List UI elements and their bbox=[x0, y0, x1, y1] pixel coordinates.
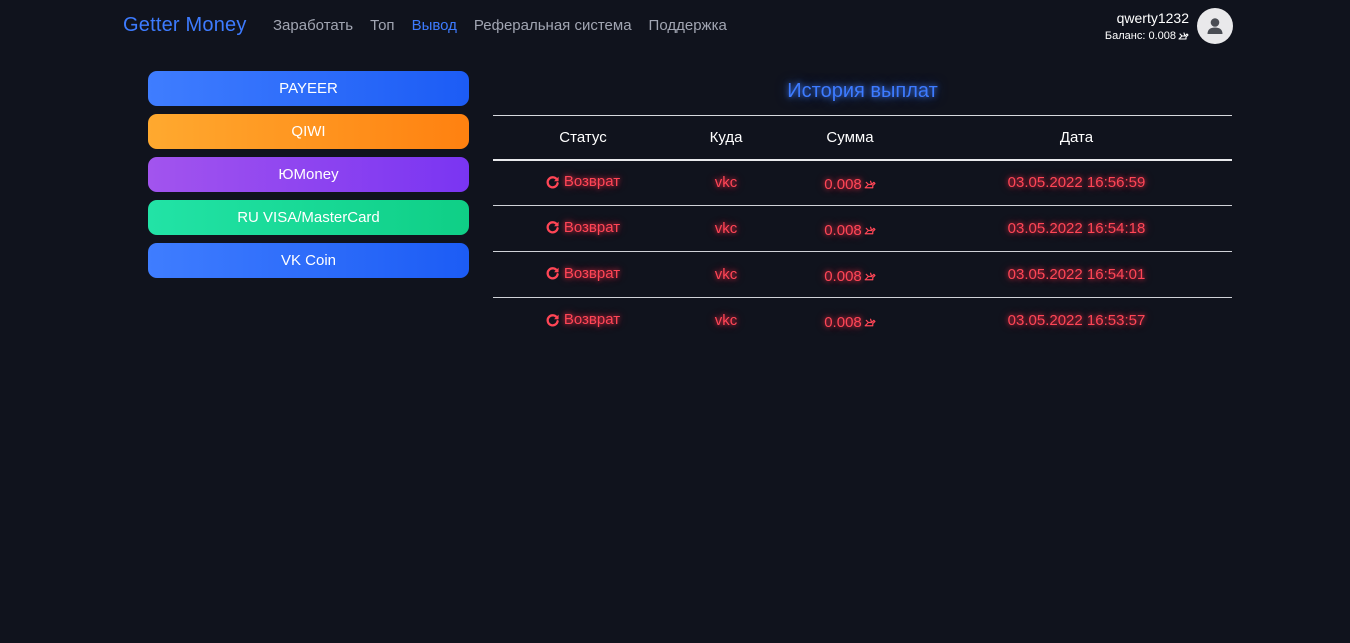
redo-icon bbox=[546, 220, 560, 234]
amount-text: 0.008 bbox=[824, 176, 862, 194]
table-row: Возврат vkc 0.008 03.05.2022 16:53:57 bbox=[493, 298, 1232, 344]
method-button-qiwi[interactable]: QIWI bbox=[148, 114, 469, 149]
payout-history: История выплат Статус Куда Сумма Дата Во… bbox=[493, 71, 1232, 344]
date-cell: 03.05.2022 16:54:18 bbox=[1007, 220, 1146, 237]
method-button-payeer[interactable]: PAYEER bbox=[148, 71, 469, 106]
column-header-destination: Куда bbox=[709, 128, 743, 146]
nav-links: Заработать Топ Вывод Реферальная система… bbox=[273, 17, 744, 34]
nav-link-withdraw[interactable]: Вывод bbox=[412, 17, 457, 34]
status-cell: Возврат bbox=[493, 252, 673, 298]
nav-link-earn[interactable]: Заработать bbox=[273, 17, 353, 34]
redo-icon bbox=[546, 175, 560, 189]
amount-cell: 0.008 bbox=[779, 252, 921, 298]
table-row: Возврат vkc 0.008 03.05.2022 16:54:18 bbox=[493, 206, 1232, 252]
history-table: Статус Куда Сумма Дата Возврат vkc 0.008 03… bbox=[493, 115, 1232, 344]
amount-text: 0.008 bbox=[824, 314, 862, 332]
date-cell: 03.05.2022 16:53:57 bbox=[1007, 312, 1146, 330]
coin-icon bbox=[1177, 30, 1189, 42]
user-info: qwerty1232 Баланс: 0.008 bbox=[1105, 9, 1189, 45]
coin-icon bbox=[863, 270, 876, 283]
history-title: История выплат bbox=[787, 80, 938, 102]
status-text: Возврат bbox=[563, 218, 621, 236]
username[interactable]: qwerty1232 bbox=[1105, 9, 1189, 27]
balance-label: Баланс: 0.008 bbox=[1104, 30, 1176, 42]
balance: Баланс: 0.008 bbox=[1105, 27, 1189, 45]
status-text: Возврат bbox=[563, 173, 621, 190]
column-header-date: Дата bbox=[1059, 128, 1094, 146]
date-cell: 03.05.2022 16:54:01 bbox=[1007, 266, 1146, 283]
table-row: Возврат vkc 0.008 03.05.2022 16:54:01 bbox=[493, 252, 1232, 298]
destination-cell: vkc bbox=[714, 220, 738, 237]
redo-icon bbox=[546, 266, 560, 280]
status-cell: Возврат bbox=[493, 160, 673, 206]
column-header-status: Статус bbox=[559, 128, 607, 146]
status-text: Возврат bbox=[563, 264, 621, 282]
redo-icon bbox=[546, 313, 560, 327]
status-cell: Возврат bbox=[493, 298, 673, 344]
status-cell: Возврат bbox=[493, 206, 673, 252]
brand-logo[interactable]: Getter Money bbox=[123, 14, 247, 37]
coin-icon bbox=[863, 178, 876, 191]
status-text: Возврат bbox=[563, 311, 621, 328]
amount-cell: 0.008 bbox=[779, 206, 921, 252]
table-row: Возврат vkc 0.008 03.05.2022 16:56:59 bbox=[493, 160, 1232, 206]
payment-methods: PAYEER QIWI ЮMoney RU VISA/MasterCard VK… bbox=[148, 71, 469, 286]
amount-cell: 0.008 bbox=[779, 298, 921, 344]
amount-text: 0.008 bbox=[824, 222, 862, 239]
avatar[interactable] bbox=[1197, 8, 1233, 44]
method-button-vkcoin[interactable]: VK Coin bbox=[148, 243, 469, 278]
destination-cell: vkc bbox=[714, 266, 738, 283]
coin-icon bbox=[863, 316, 876, 329]
method-button-card[interactable]: RU VISA/MasterCard bbox=[148, 200, 469, 235]
navbar: Getter Money Заработать Топ Вывод Рефера… bbox=[0, 0, 1350, 54]
date-cell: 03.05.2022 16:56:59 bbox=[1007, 174, 1146, 192]
destination-cell: vkc bbox=[714, 174, 738, 192]
nav-link-top[interactable]: Топ bbox=[370, 17, 394, 34]
amount-text: 0.008 bbox=[824, 268, 862, 285]
column-header-amount: Сумма bbox=[826, 128, 874, 146]
coin-icon bbox=[863, 224, 876, 237]
table-header-row: Статус Куда Сумма Дата bbox=[493, 115, 1232, 160]
destination-cell: vkc bbox=[714, 312, 738, 330]
method-button-yoomoney[interactable]: ЮMoney bbox=[148, 157, 469, 192]
nav-link-support[interactable]: Поддержка bbox=[649, 17, 727, 34]
nav-link-referral[interactable]: Реферальная система bbox=[474, 17, 632, 34]
user-icon bbox=[1207, 18, 1223, 34]
amount-cell: 0.008 bbox=[779, 160, 921, 206]
